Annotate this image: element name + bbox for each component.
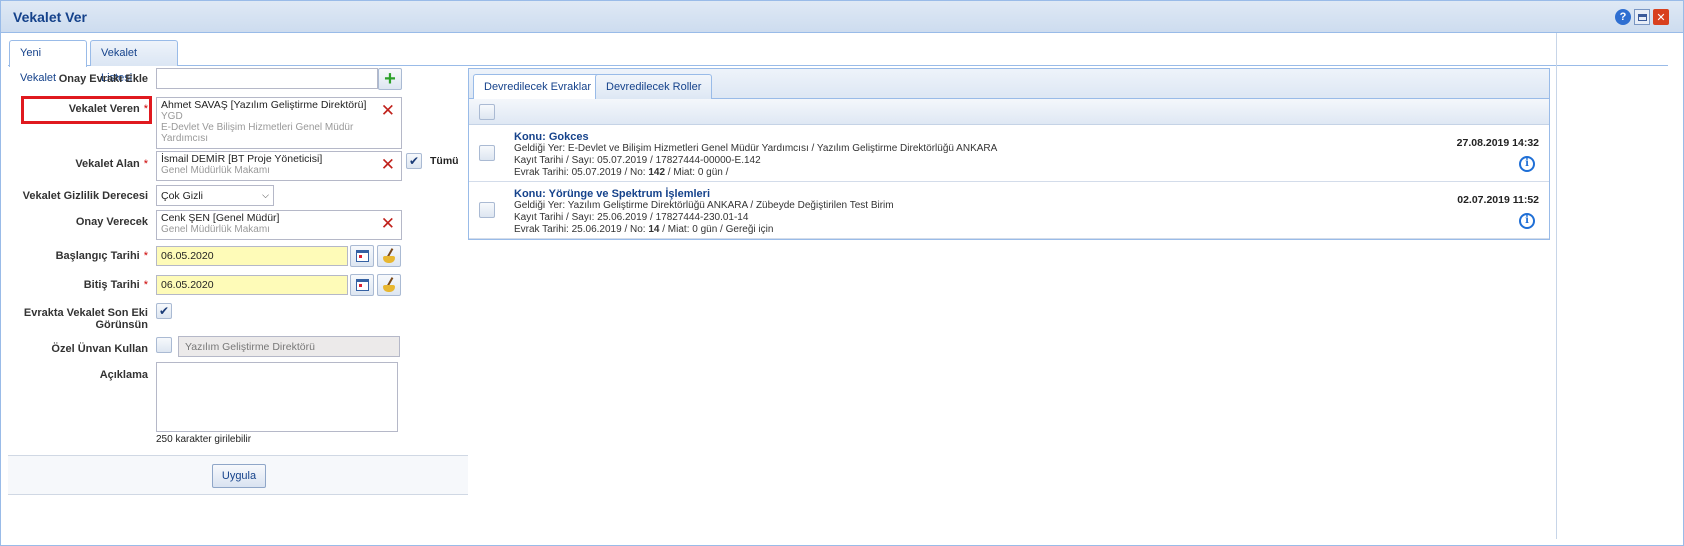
document-origin: Geldiği Yer: Yazılım Geliştirme Direktör… bbox=[514, 200, 894, 211]
highlight-box bbox=[21, 96, 152, 124]
document-timestamp: 27.08.2019 14:32 bbox=[1456, 137, 1539, 149]
baslangic-date-input[interactable]: 06.05.2020 bbox=[156, 246, 348, 266]
vekalet-alan-unit: Genel Müdürlük Makamı bbox=[161, 165, 270, 176]
new-proxy-form: Onay Evrakı Ekle + Vekalet Veren * Ahmet … bbox=[8, 67, 472, 537]
vekalet-veren-name: Ahmet SAVAŞ [Yazılım Geliştirme Direktör… bbox=[161, 99, 367, 111]
remove-vekalet-veren-icon[interactable]: ✕ bbox=[381, 102, 395, 119]
gizlilik-value: Çok Gizli bbox=[161, 189, 204, 202]
document-date-line: Evrak Tarihi: 05.07.2019 / No: 142 / Mia… bbox=[514, 167, 729, 178]
document-checkbox[interactable] bbox=[479, 202, 495, 218]
tab-devredilecek-evraklar[interactable]: Devredilecek Evraklar bbox=[473, 74, 602, 100]
document-subject: Konu: Gokces bbox=[514, 131, 589, 143]
document-timestamp: 02.07.2019 11:52 bbox=[1457, 194, 1539, 206]
tab-yeni-vekalet[interactable]: Yeni Vekalet bbox=[9, 40, 87, 84]
plus-icon: + bbox=[384, 68, 396, 90]
window-tools: ? ✕ bbox=[1615, 9, 1669, 25]
transfer-tab-strip: Devredilecek Evraklar Devredilecek Rolle… bbox=[469, 69, 1549, 100]
onay-verecek-label: Onay Verecek bbox=[75, 216, 148, 228]
document-row[interactable]: Konu: Yörünge ve Spektrum İşlemleri Geld… bbox=[469, 182, 1549, 239]
apply-button[interactable]: Uygula bbox=[212, 464, 266, 488]
calendar-icon bbox=[355, 250, 369, 262]
aciklama-hint: 250 karakter girilebilir bbox=[156, 434, 252, 445]
document-subject: Konu: Yörünge ve Spektrum İşlemleri bbox=[514, 188, 711, 200]
vekalet-veren-unit: YGD bbox=[161, 111, 183, 122]
aciklama-label: Açıklama bbox=[99, 369, 148, 381]
bitis-clear-button[interactable] bbox=[377, 274, 401, 296]
restore-icon[interactable] bbox=[1634, 9, 1650, 25]
info-icon[interactable]: i bbox=[1519, 156, 1535, 172]
ozel-unvan-checkbox[interactable] bbox=[156, 337, 172, 353]
remove-onay-verecek-icon[interactable]: ✕ bbox=[381, 215, 395, 232]
vekalet-alan-field[interactable]: İsmail DEMİR [BT Proje Yöneticisi] Genel… bbox=[156, 151, 402, 181]
document-details: Konu: Gokces Geldiği Yer: E-Devlet ve Bi… bbox=[514, 131, 997, 179]
documents-grid-header bbox=[469, 99, 1549, 125]
help-icon[interactable]: ? bbox=[1615, 9, 1631, 25]
close-icon[interactable]: ✕ bbox=[1653, 9, 1669, 25]
window-title: Vekalet Ver bbox=[13, 8, 87, 25]
bitis-label: Bitiş Tarihi * bbox=[83, 279, 148, 291]
document-row[interactable]: Konu: Gokces Geldiği Yer: E-Devlet ve Bi… bbox=[469, 125, 1549, 182]
gizlilik-label: Vekalet Gizlilik Derecesi bbox=[22, 190, 148, 202]
tab-devredilecek-roller[interactable]: Devredilecek Roller bbox=[595, 74, 713, 99]
panel-edge bbox=[1556, 33, 1557, 539]
form-footer: Uygula bbox=[8, 455, 468, 495]
bitis-date-input[interactable]: 06.05.2020 bbox=[156, 275, 348, 295]
gizlilik-select[interactable]: Çok Gizli ⌵ bbox=[156, 185, 274, 206]
add-document-button[interactable]: + bbox=[378, 68, 402, 90]
onay-verecek-field[interactable]: Cenk ŞEN [Genel Müdür] Genel Müdürlük Ma… bbox=[156, 210, 402, 240]
document-date-line: Evrak Tarihi: 25.06.2019 / No: 14 / Miat… bbox=[514, 224, 774, 235]
document-registry: Kayıt Tarihi / Sayı: 05.07.2019 / 178274… bbox=[514, 155, 761, 166]
document-registry: Kayıt Tarihi / Sayı: 25.06.2019 / 178274… bbox=[514, 212, 749, 223]
son-ek-checkbox[interactable]: ✔ bbox=[156, 303, 172, 319]
select-all-checkbox[interactable] bbox=[479, 104, 495, 120]
onay-evraki-label: Onay Evrakı Ekle bbox=[58, 73, 148, 85]
main-tab-strip: Yeni Vekalet Vekalet Listesi bbox=[8, 40, 1668, 84]
vekalet-alan-name: İsmail DEMİR [BT Proje Yöneticisi] bbox=[161, 153, 323, 165]
onay-verecek-unit: Genel Müdürlük Makamı bbox=[161, 224, 270, 235]
calendar-icon bbox=[355, 279, 369, 291]
baslangic-label: Başlangıç Tarihi * bbox=[55, 250, 148, 262]
tab-vekalet-listesi[interactable]: Vekalet Listesi bbox=[90, 40, 178, 84]
tumu-label: Tümü bbox=[430, 155, 459, 167]
vekalet-alan-label: Vekalet Alan * bbox=[75, 158, 148, 170]
vekalet-veren-field[interactable]: Ahmet SAVAŞ [Yazılım Geliştirme Direktör… bbox=[156, 97, 402, 149]
document-details: Konu: Yörünge ve Spektrum İşlemleri Geld… bbox=[514, 188, 894, 236]
info-icon[interactable]: i bbox=[1519, 213, 1535, 229]
transfer-panel: Devredilecek Evraklar Devredilecek Rolle… bbox=[468, 68, 1550, 240]
bitis-calendar-button[interactable] bbox=[350, 274, 374, 296]
document-checkbox[interactable] bbox=[479, 145, 495, 161]
document-origin: Geldiği Yer: E-Devlet ve Bilişim Hizmetl… bbox=[514, 143, 998, 154]
son-ek-label: Evrakta Vekalet Son Eki Görünsün bbox=[23, 307, 148, 331]
baslangic-calendar-button[interactable] bbox=[350, 245, 374, 267]
baslangic-clear-button[interactable] bbox=[377, 245, 401, 267]
tumu-checkbox[interactable]: ✔ bbox=[406, 153, 422, 169]
remove-vekalet-alan-icon[interactable]: ✕ bbox=[381, 156, 395, 173]
window-header: Vekalet Ver ? ✕ bbox=[1, 1, 1683, 33]
broom-icon bbox=[381, 248, 397, 264]
onay-evraki-input[interactable] bbox=[156, 68, 378, 89]
ozel-unvan-input[interactable]: Yazılım Geliştirme Direktörü bbox=[178, 336, 400, 357]
broom-icon bbox=[381, 277, 397, 293]
aciklama-textarea[interactable] bbox=[156, 362, 398, 432]
chevron-down-icon: ⌵ bbox=[262, 190, 269, 200]
vekalet-veren-dept-cont: Yardımcısı bbox=[161, 133, 209, 144]
vekalet-veren-dept: E-Devlet Ve Bilişim Hizmetleri Genel Müd… bbox=[161, 122, 354, 133]
onay-verecek-name: Cenk ŞEN [Genel Müdür] bbox=[161, 212, 280, 224]
ozel-unvan-label: Özel Ünvan Kullan bbox=[51, 343, 148, 355]
